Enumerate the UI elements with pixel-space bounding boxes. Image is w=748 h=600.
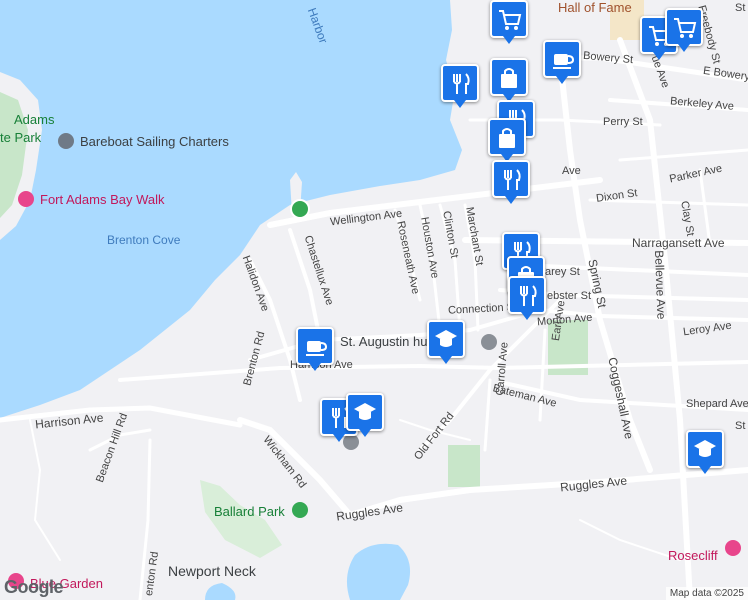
shepard-ave-label: Shepard Ave xyxy=(686,398,748,410)
adams-park-label-1: Adams xyxy=(14,112,55,127)
map-marker[interactable] xyxy=(346,393,384,437)
tree-icon[interactable] xyxy=(292,502,308,518)
webster-st-label: ebster St xyxy=(547,290,592,302)
map-marker[interactable] xyxy=(427,320,465,364)
shopping-bag-icon xyxy=(501,68,517,88)
map-marker[interactable] xyxy=(665,8,703,52)
coffee-icon xyxy=(553,54,575,69)
carey-st-label: arey St xyxy=(545,266,580,278)
fort-adams-bay-walk-label[interactable]: Fort Adams Bay Walk xyxy=(40,192,165,207)
church-icon[interactable] xyxy=(481,334,497,350)
brenton-cove-label: Brenton Cove xyxy=(107,233,181,247)
shopping-bag-icon xyxy=(499,128,515,148)
school-icon xyxy=(354,403,376,420)
perry-st-label: Perry St xyxy=(603,116,643,128)
restaurant-icon xyxy=(520,285,537,306)
adams-park-label-2: te Park xyxy=(0,130,42,145)
st-fragment-b-label: St xyxy=(735,420,746,432)
map-marker[interactable] xyxy=(488,118,526,162)
ballard-park-label[interactable]: Ballard Park xyxy=(214,504,285,519)
map-marker[interactable] xyxy=(492,160,530,204)
park-marker-icon[interactable] xyxy=(290,199,310,219)
map-marker[interactable] xyxy=(296,327,334,371)
pond-south xyxy=(346,543,411,600)
sailing-charters-label[interactable]: Bareboat Sailing Charters xyxy=(80,134,229,149)
park-ballard xyxy=(200,480,282,558)
map-attribution[interactable]: Map data ©2025 xyxy=(665,587,748,600)
map-marker[interactable] xyxy=(686,430,724,474)
newport-neck-label: Newport Neck xyxy=(168,563,256,579)
map-marker[interactable] xyxy=(543,40,581,84)
school-small-icon[interactable] xyxy=(343,434,359,450)
ave-fragment-label: Ave xyxy=(562,165,581,177)
narragansett-ave-label: Narragansett Ave xyxy=(632,236,725,250)
st-fragment-a-label: St xyxy=(735,2,746,14)
school-icon xyxy=(694,440,716,457)
map-marker[interactable] xyxy=(490,58,528,102)
rosecliff-label[interactable]: Rosecliff xyxy=(668,548,718,563)
sailing-charters-icon[interactable] xyxy=(58,133,74,149)
map-marker[interactable] xyxy=(441,64,479,108)
pond-west xyxy=(205,583,236,600)
map-marker[interactable] xyxy=(508,276,546,320)
bellevue-ave-label: Bellevue Ave xyxy=(652,250,669,320)
map-marker[interactable] xyxy=(490,0,528,44)
coffee-icon xyxy=(306,341,328,356)
rosecliff-icon[interactable] xyxy=(725,540,741,556)
restaurant-icon xyxy=(453,73,470,94)
shopping-cart-icon xyxy=(674,18,697,38)
school-icon xyxy=(435,330,457,347)
camera-icon[interactable] xyxy=(18,191,34,207)
google-logo: Google xyxy=(4,577,64,597)
hall-of-fame-label[interactable]: Hall of Fame xyxy=(558,0,632,15)
restaurant-icon xyxy=(504,169,521,190)
shopping-cart-icon xyxy=(499,10,522,30)
map-canvas[interactable]: Harbor Brenton Cove Hall of Fame Adams t… xyxy=(0,0,748,600)
park-old-fort xyxy=(448,445,480,487)
